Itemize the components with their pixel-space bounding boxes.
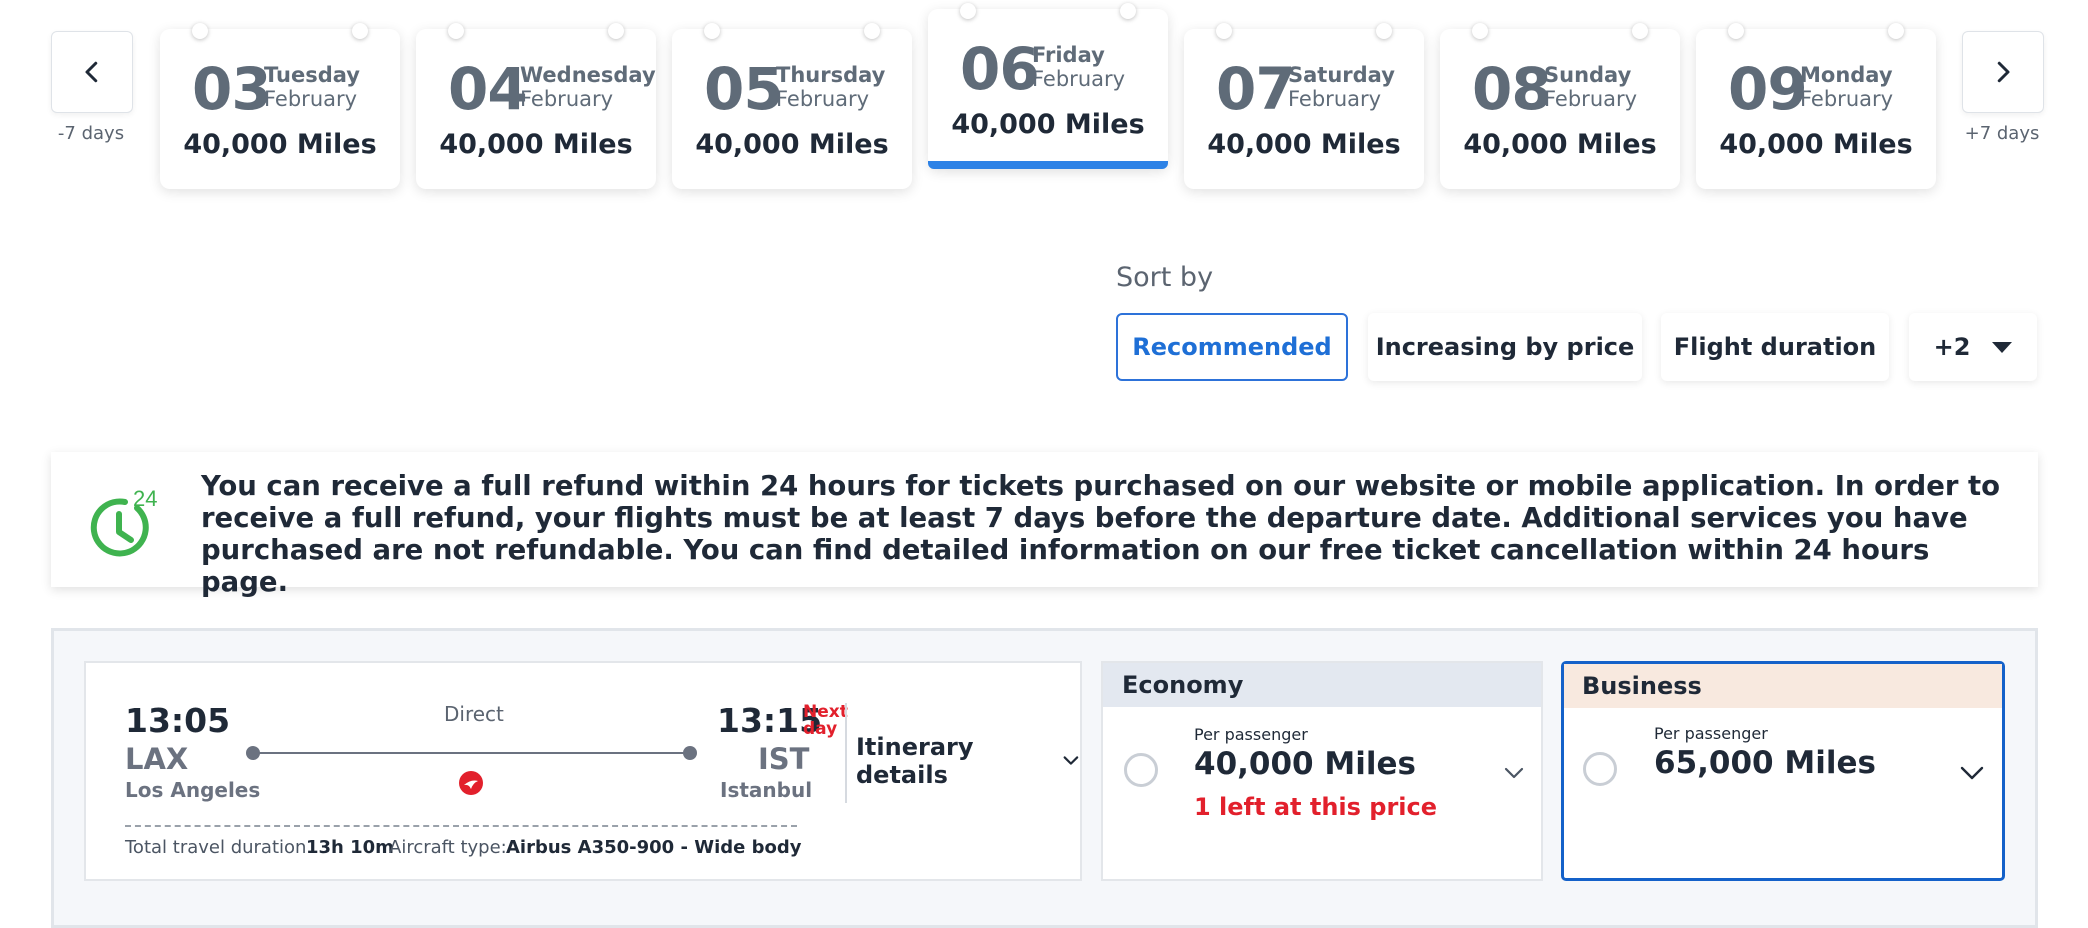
- economy-fare-header: Economy: [1103, 663, 1541, 707]
- chevron-down-icon: [1504, 767, 1524, 779]
- economy-availability: 1 left at this price: [1194, 793, 1438, 821]
- itinerary-details-toggle[interactable]: Itinerary details: [856, 733, 1080, 789]
- airline-logo-icon: [459, 771, 483, 795]
- flight-summary-card[interactable]: 13:05 LAX Los Angeles Direct 13:15 Next …: [84, 661, 1082, 881]
- date-card-weekday: Wednesday: [520, 63, 656, 87]
- date-card-day: 06: [960, 35, 1040, 103]
- date-card-month: February: [1288, 87, 1382, 111]
- next-day-label: Next day: [803, 702, 848, 739]
- economy-price: 40,000 Miles: [1194, 746, 1416, 782]
- chevron-left-icon: [85, 61, 98, 83]
- chevron-right-icon: [1997, 61, 2010, 83]
- date-card-month: February: [1800, 87, 1894, 111]
- stops-label: Direct: [444, 702, 504, 726]
- departure-time: 13:05: [125, 701, 231, 740]
- date-card-08[interactable]: 08 Sunday February 40,000 Miles: [1440, 23, 1680, 189]
- date-card-day: 09: [1728, 55, 1808, 123]
- date-card-month: February: [1544, 87, 1638, 111]
- date-card-price: 40,000 Miles: [1207, 129, 1401, 160]
- refund-notice: 24 You can receive a full refund within …: [51, 452, 2038, 598]
- sort-recommended-button[interactable]: Recommended: [1116, 313, 1348, 381]
- date-card-price: 40,000 Miles: [1719, 129, 1913, 160]
- date-card-06-selected[interactable]: 06 Friday February 40,000 Miles: [928, 3, 1168, 169]
- date-card-weekday: Sunday: [1544, 63, 1632, 87]
- date-card-month: February: [776, 87, 870, 111]
- date-card-price: 40,000 Miles: [439, 129, 633, 160]
- next-week-button[interactable]: [1962, 31, 2044, 113]
- business-per-passenger: Per passenger: [1654, 724, 1768, 743]
- date-card-day: 08: [1472, 55, 1552, 123]
- date-card-price: 40,000 Miles: [695, 129, 889, 160]
- next-week-caption: +7 days: [1964, 123, 2040, 144]
- prev-week-caption: -7 days: [57, 123, 125, 144]
- sort-price-button[interactable]: Increasing by price: [1368, 313, 1642, 381]
- aircraft-value: Airbus A350-900 - Wide body: [506, 837, 802, 858]
- sort-label: Sort by: [1116, 262, 1214, 293]
- date-card-price: 40,000 Miles: [1463, 129, 1657, 160]
- prev-week-button[interactable]: [51, 31, 133, 113]
- departure-city: Los Angeles: [125, 778, 261, 802]
- economy-radio[interactable]: [1124, 753, 1158, 787]
- date-card-04[interactable]: 04 Wednesday February 40,000 Miles: [416, 23, 656, 189]
- itinerary-details-label: Itinerary details: [856, 733, 974, 789]
- date-card-price: 40,000 Miles: [951, 109, 1145, 140]
- date-card-05[interactable]: 05 Thursday February 40,000 Miles: [672, 23, 912, 189]
- clock-24-icon: 24: [90, 486, 157, 557]
- refund-notice-text: You can receive a full refund within 24 …: [201, 470, 2001, 598]
- sort-more-dropdown[interactable]: +2: [1909, 313, 2037, 381]
- duration-label: Total travel duration: [125, 837, 307, 858]
- date-card-weekday: Friday: [1032, 43, 1105, 67]
- date-card-month: February: [520, 87, 614, 111]
- business-fare-card[interactable]: Business Per passenger 65,000 Miles: [1561, 661, 2005, 881]
- duration-value: 13h 10m: [306, 837, 394, 858]
- svg-text:24: 24: [133, 486, 157, 511]
- date-card-weekday: Tuesday: [264, 63, 360, 87]
- date-card-day: 07: [1216, 55, 1296, 123]
- route-line: [253, 752, 689, 754]
- chevron-down-icon: [1063, 756, 1079, 765]
- date-card-day: 04: [448, 55, 528, 123]
- date-card-day: 03: [192, 55, 272, 123]
- arrival-code: IST: [758, 742, 810, 776]
- economy-fare-card[interactable]: Economy Per passenger 40,000 Miles 1 lef…: [1101, 661, 1543, 881]
- date-card-weekday: Thursday: [776, 63, 886, 87]
- business-price: 65,000 Miles: [1654, 745, 1876, 781]
- divider: [845, 703, 847, 803]
- departure-code: LAX: [125, 742, 189, 776]
- economy-per-passenger: Per passenger: [1194, 725, 1308, 744]
- date-card-day: 05: [704, 55, 784, 123]
- aircraft-label: Aircraft type:: [389, 837, 507, 858]
- business-fare-header: Business: [1564, 664, 2002, 708]
- dashed-divider: [125, 825, 797, 827]
- date-card-weekday: Monday: [1800, 63, 1893, 87]
- business-radio[interactable]: [1583, 752, 1617, 786]
- date-card-weekday: Saturday: [1288, 63, 1395, 87]
- sort-more-label: +2: [1933, 333, 1971, 361]
- date-card-03[interactable]: 03 Tuesday February 40,000 Miles: [160, 23, 400, 189]
- route-end-dot: [683, 746, 697, 760]
- chevron-down-icon: [1960, 766, 1984, 780]
- date-card-price: 40,000 Miles: [183, 129, 377, 160]
- sort-duration-button[interactable]: Flight duration: [1661, 313, 1889, 381]
- date-card-month: February: [1032, 67, 1126, 91]
- caret-down-icon: [1992, 341, 2013, 353]
- date-card-09[interactable]: 09 Monday February 40,000 Miles: [1696, 23, 1936, 189]
- arrival-city: Istanbul: [720, 778, 813, 802]
- date-card-month: February: [264, 87, 358, 111]
- date-card-07[interactable]: 07 Saturday February 40,000 Miles: [1184, 23, 1424, 189]
- selected-indicator: [928, 161, 1168, 169]
